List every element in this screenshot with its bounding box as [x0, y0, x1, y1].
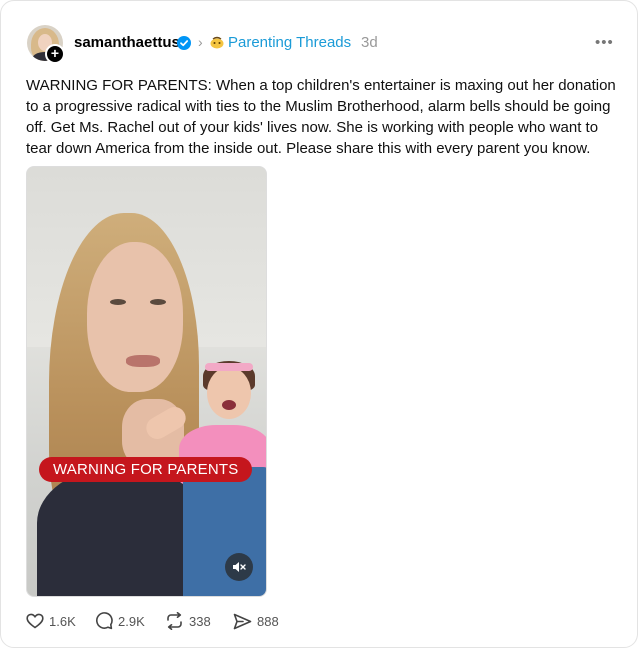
share-button[interactable]: 888 [233, 610, 279, 632]
heart-icon [26, 613, 44, 629]
community-link[interactable]: Parenting Threads [228, 34, 351, 51]
follow-plus-button[interactable]: + [45, 44, 65, 64]
reply-count: 2.9K [118, 613, 145, 629]
post-video[interactable]: WARNING FOR PARENTS [26, 166, 267, 597]
mute-toggle-button[interactable] [225, 553, 253, 581]
reply-button[interactable]: 2.9K [95, 610, 145, 632]
like-button[interactable]: 1.6K [26, 610, 76, 632]
share-count: 888 [257, 613, 279, 629]
repost-icon [167, 612, 182, 630]
repost-button[interactable]: 338 [165, 610, 211, 632]
more-dots-icon[interactable]: ••• [595, 34, 614, 51]
comment-bubble-icon [96, 612, 113, 630]
verified-badge-icon [177, 36, 191, 50]
post-body-text: WARNING FOR PARENTS: When a top children… [26, 77, 616, 157]
like-count: 1.6K [49, 613, 76, 629]
muted-speaker-icon [233, 562, 246, 572]
send-icon [233, 613, 252, 629]
thread-post-card: + samanthaettus › Parenting Threads 3d •… [0, 0, 638, 648]
community-emoji-icon [210, 36, 224, 49]
video-caption-banner: WARNING FOR PARENTS [39, 457, 253, 482]
username-link[interactable]: samanthaettus [74, 34, 180, 51]
repost-count: 338 [189, 613, 211, 629]
chevron-right-icon: › [198, 34, 203, 50]
post-timestamp[interactable]: 3d [361, 34, 378, 51]
